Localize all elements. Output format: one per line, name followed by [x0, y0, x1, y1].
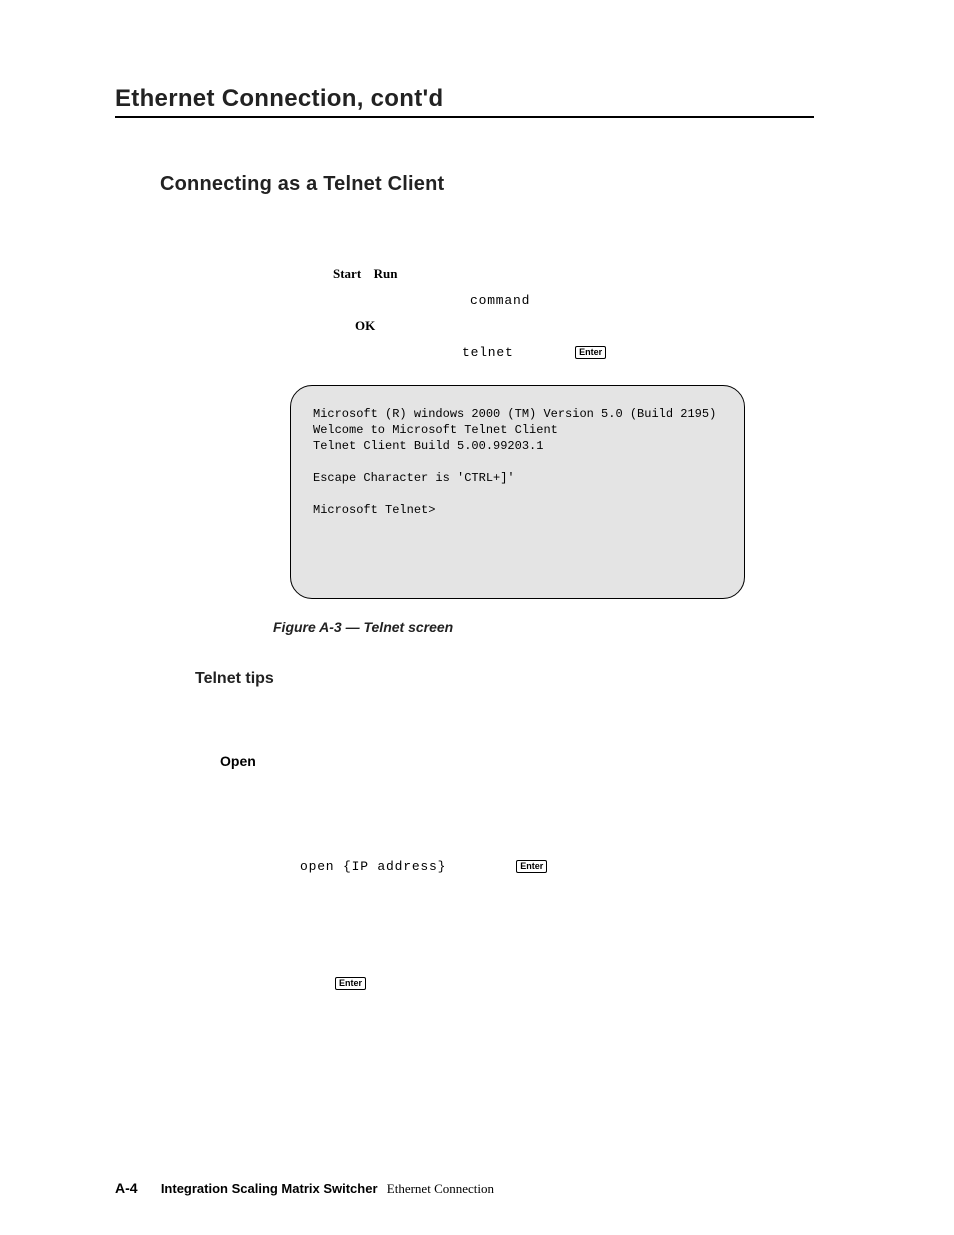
chapter-title: Ethernet Connection, cont'd	[115, 85, 814, 118]
subsection-title: Telnet tips	[195, 670, 814, 688]
footer-section: Ethernet Connection	[387, 1181, 494, 1196]
body-column: Start Run command OK telnet Enter Micros…	[290, 266, 814, 635]
lone-enter-row: Enter	[335, 974, 814, 992]
telnet-output: Microsoft (R) windows 2000 (TM) Version …	[313, 406, 722, 518]
start-label: Start	[333, 266, 361, 281]
telnet-line-1: Microsoft (R) windows 2000 (TM) Version …	[313, 407, 716, 421]
command-line: command	[470, 292, 814, 308]
telnet-line-3: Telnet Client Build 5.00.99203.1	[313, 439, 543, 453]
ok-label: OK	[355, 318, 375, 333]
enter-key-icon: Enter	[335, 977, 366, 990]
run-path-line: Start Run	[333, 266, 814, 282]
command-text: command	[470, 293, 530, 308]
open-command-row: open {IP address} Enter	[115, 859, 814, 874]
run-label: Run	[374, 266, 398, 281]
document-page: Ethernet Connection, cont'd Connecting a…	[0, 0, 954, 1235]
ok-line: OK	[355, 318, 814, 334]
enter-key-icon: Enter	[516, 860, 547, 873]
figure-caption: Figure A-3 — Telnet screen	[273, 619, 814, 635]
open-command-text: open {IP address}	[300, 859, 446, 874]
telnet-screen-box: Microsoft (R) windows 2000 (TM) Version …	[290, 385, 745, 599]
telnet-line: telnet Enter	[462, 344, 814, 360]
section-title: Connecting as a Telnet Client	[160, 173, 814, 196]
telnet-line-5: Microsoft Telnet>	[313, 503, 435, 517]
enter-key-icon: Enter	[575, 346, 606, 359]
footer-product: Integration Scaling Matrix Switcher	[161, 1181, 378, 1196]
page-number: A-4	[115, 1180, 138, 1196]
open-heading: Open	[220, 753, 814, 769]
telnet-text: telnet	[462, 345, 514, 360]
telnet-line-4: Escape Character is 'CTRL+]'	[313, 471, 515, 485]
page-footer: A-4 Integration Scaling Matrix Switcher …	[115, 1180, 494, 1197]
telnet-line-2: Welcome to Microsoft Telnet Client	[313, 423, 558, 437]
